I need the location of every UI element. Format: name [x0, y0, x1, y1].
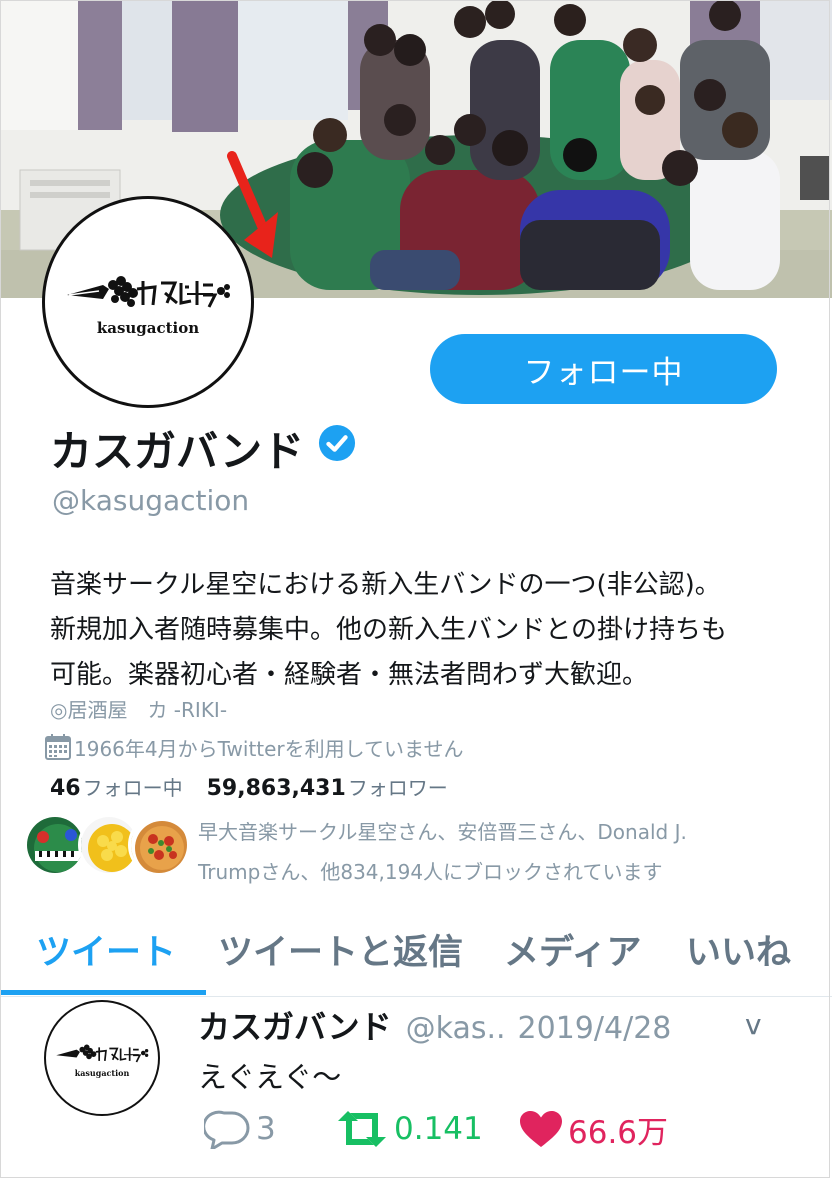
retweet-button[interactable]: 0.141	[334, 1108, 483, 1150]
profile-avatar[interactable]: kasugaction	[42, 196, 254, 408]
follow-counts: 46 フォロー中 59,863,431 フォロワー	[50, 772, 448, 801]
blocked-by-line: 早大音楽サークル星空さん、安倍晋三さん、Donald J.	[198, 820, 687, 844]
blocker-avatar	[24, 814, 86, 876]
kasugaction-logo-icon	[56, 1044, 149, 1062]
logo-text: kasugaction	[74, 1067, 130, 1078]
blocked-by-text[interactable]: 早大音楽サークル星空さん、安倍晋三さん、Donald J. Trumpさん、他8…	[198, 812, 808, 892]
joined-date-row: 1966年4月からTwitterを利用していません	[44, 732, 463, 762]
reply-button[interactable]: 3	[204, 1108, 276, 1150]
profile-location: ◎居酒屋 カ -RIKI-	[50, 698, 228, 722]
retweet-icon	[338, 1111, 386, 1147]
calendar-icon	[45, 734, 71, 760]
like-count: 66.6万	[568, 1114, 669, 1151]
tweet-menu-caret[interactable]: v	[745, 1008, 762, 1041]
following-label[interactable]: フォロー中	[83, 772, 183, 801]
active-tab-indicator	[0, 990, 206, 995]
retweet-count: 0.141	[394, 1111, 483, 1147]
bio-line: 音楽サークル星空における新入生バンドの一つ(非公認)。	[50, 570, 721, 600]
followers-count[interactable]: 59,863,431	[207, 776, 346, 801]
blocker-avatar	[128, 814, 190, 876]
tab-likes[interactable]: いいね	[686, 924, 791, 975]
following-count[interactable]: 46	[50, 776, 81, 801]
tweet-avatar[interactable]: kasugaction	[44, 1000, 160, 1116]
logo-text: kasugaction	[96, 319, 200, 337]
bio-line: 可能。楽器初心者・経験者・無法者問わず大歓迎。	[50, 660, 649, 690]
following-button[interactable]: フォロー中	[430, 334, 777, 404]
blocked-by-line: Trumpさん、他834,194人にブロックされています	[198, 860, 663, 884]
like-button[interactable]: 66.6万	[518, 1108, 669, 1151]
followers-label[interactable]: フォロワー	[348, 772, 448, 801]
tab-tweets-and-replies[interactable]: ツイートと返信	[218, 924, 463, 975]
tab-tweets[interactable]: ツイート	[36, 924, 176, 975]
reply-count: 3	[256, 1111, 276, 1147]
tweet-header: カスガバンド @kas.. 2019/4/28	[198, 1002, 671, 1048]
bio-line: 新規加入者随時募集中。他の新入生バンドとの掛け持ちも	[50, 615, 728, 645]
tweet-author-name[interactable]: カスガバンド	[198, 1002, 392, 1048]
joined-text: 1966年4月からTwitterを利用していません	[74, 736, 464, 761]
profile-tabs: ツイート ツイートと返信 メディア いいね	[0, 920, 832, 997]
reply-icon	[204, 1110, 250, 1149]
tweet-date[interactable]: 2019/4/28	[518, 1011, 672, 1046]
profile-bio: 音楽サークル星空における新入生バンドの一つ(非公認)。 新規加入者随時募集中。他…	[50, 563, 810, 698]
tab-media[interactable]: メディア	[504, 924, 642, 975]
profile-handle: @kasugaction	[52, 484, 250, 517]
tweet-text: えぐえぐ〜	[198, 1060, 342, 1094]
verified-badge-icon	[318, 424, 356, 462]
heart-icon	[520, 1111, 562, 1147]
kasugaction-logo-icon	[67, 276, 230, 308]
tweet-author-handle[interactable]: @kas..	[406, 1011, 506, 1046]
display-name: カスガバンド	[50, 427, 305, 476]
